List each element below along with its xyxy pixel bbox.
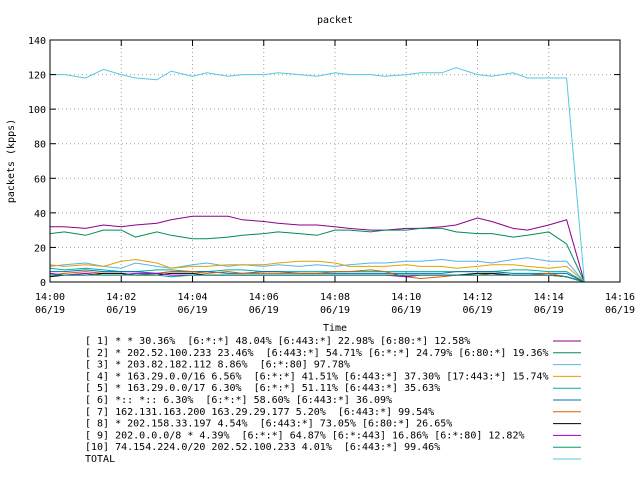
legend: [ 1] * * 30.36% [6:*:*] 48.04% [6:443:*]… <box>85 336 581 465</box>
x-tick-date-label: 06/19 <box>391 305 421 316</box>
y-tick-label: 140 <box>28 36 46 47</box>
y-tick-label: 20 <box>34 243 46 254</box>
packet-chart: packet packets (kpps) Time 0 20 40 60 80 100 1… <box>6 15 635 465</box>
x-tick-date-label: 06/19 <box>534 305 564 316</box>
legend-label: [ 5] * 163.29.0.0/17 6.30% [6:*:*] 51.11… <box>85 383 440 394</box>
legend-label: [10] 74.154.224.0/20 202.52.100.233 4.01… <box>85 442 440 453</box>
x-tick-date-label: 06/19 <box>106 305 136 316</box>
legend-label: [ 4] * 163.29.0.0/16 6.56% [6:*:*] 41.51… <box>85 371 549 382</box>
x-tick-time-label: 14:02 <box>106 292 136 303</box>
x-tick-time-label: 14:14 <box>534 292 564 303</box>
series-line-10 <box>50 274 585 283</box>
series-line-1 <box>50 215 585 283</box>
legend-label: [ 9] 202.0.0.0/8 * 4.39% [6:*:*] 64.87% … <box>85 430 525 441</box>
series-lines <box>49 67 585 283</box>
x-tick-time-label: 14:06 <box>249 292 279 303</box>
x-tick-date-label: 06/19 <box>320 305 350 316</box>
x-tick-date-label: 06/19 <box>249 305 279 316</box>
series-line-11 <box>50 67 585 283</box>
x-tick-date-label: 06/19 <box>177 305 207 316</box>
x-tick-time-label: 14:00 <box>35 292 65 303</box>
x-tick-date-label: 06/19 <box>462 305 492 316</box>
legend-label: [ 2] * 202.52.100.233 23.46% [6:443:*] 5… <box>85 348 549 359</box>
legend-label: [ 6] *:: *:: 6.30% [6:*:*] 58.60% [6:443… <box>85 395 392 406</box>
x-tick-date-label: 06/19 <box>35 305 65 316</box>
y-tick-label: 100 <box>28 105 46 116</box>
x-tick-time-label: 14:08 <box>320 292 350 303</box>
x-axis-label: Time <box>323 323 347 334</box>
x-tick-date-label: 06/19 <box>605 305 635 316</box>
chart-grid <box>50 40 620 282</box>
legend-label: TOTAL <box>85 454 115 465</box>
x-tick-time-label: 14:10 <box>391 292 421 303</box>
y-tick-label: 80 <box>34 140 46 151</box>
legend-label: [ 3] * 203.82.182.112 8.86% [6:*:80] 97.… <box>85 360 350 371</box>
legend-label: [ 8] * 202.158.33.197 4.54% [6:443:*] 73… <box>85 419 452 430</box>
y-tick-label: 0 <box>40 278 46 289</box>
y-tick-label: 40 <box>34 209 46 220</box>
y-tick-label: 60 <box>34 174 46 185</box>
legend-label: [ 1] * * 30.36% [6:*:*] 48.04% [6:443:*]… <box>85 336 470 347</box>
x-tick-time-label: 14:16 <box>605 292 635 303</box>
x-tick-time-label: 14:12 <box>462 292 492 303</box>
x-tick-time-label: 14:04 <box>177 292 207 303</box>
chart-title: packet <box>317 15 353 26</box>
y-tick-label: 120 <box>28 71 46 82</box>
y-axis-label: packets (kpps) <box>6 119 17 203</box>
legend-label: [ 7] 162.131.163.200 163.29.29.177 5.20%… <box>85 407 434 418</box>
y-axis-ticks: 0 20 40 60 80 100 120 140 <box>28 36 620 289</box>
